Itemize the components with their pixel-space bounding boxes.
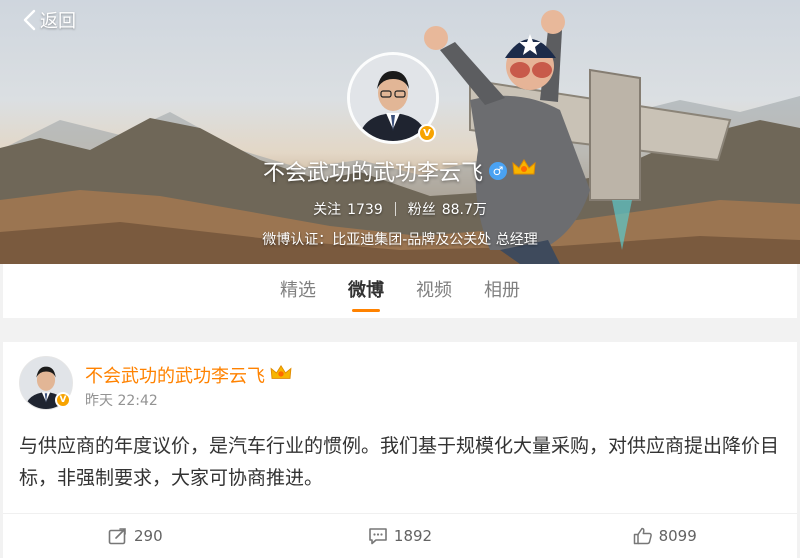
thumbs-up-icon: [633, 527, 652, 545]
profile-stats: 关注 1739 粉丝 88.7万: [0, 199, 800, 219]
followers-stat[interactable]: 粉丝 88.7万: [408, 199, 487, 219]
post-body-text: 与供应商的年度议价，是汽车行业的惯例。我们基于规模化大量采购，对供应商提出降价目…: [19, 435, 780, 489]
like-button[interactable]: 8099: [532, 527, 797, 545]
tab-videos[interactable]: 视频: [416, 264, 452, 318]
tab-weibo[interactable]: 微博: [348, 264, 384, 318]
profile-name-row: 不会武功的武功李云飞 ♂: [0, 155, 800, 187]
profile-name: 不会武功的武功李云飞: [262, 161, 483, 186]
following-count: 1739: [347, 202, 383, 218]
back-label: 返回: [40, 11, 76, 32]
crown-vip-icon: [511, 158, 537, 184]
comment-button[interactable]: 1892: [268, 527, 533, 545]
post-author-name[interactable]: 不会武功的武功李云飞: [85, 362, 265, 388]
male-gender-icon: ♂: [489, 162, 507, 180]
following-label: 关注: [313, 202, 342, 218]
comment-icon: [369, 528, 387, 545]
following-stat[interactable]: 关注 1739: [313, 199, 383, 219]
profile-tabs: 精选 微博 视频 相册: [3, 264, 797, 318]
verification-text: 微博认证：比亚迪集团-品牌及公关处 总经理: [262, 232, 538, 248]
followers-label: 粉丝: [407, 202, 436, 218]
post-card: V 不会武功的武功李云飞 昨天 22:42 与供应商的年度议价，是汽车行业的惯例…: [3, 342, 797, 558]
repost-count: 290: [134, 527, 163, 545]
verified-v-icon: V: [55, 392, 71, 408]
comment-count: 1892: [393, 527, 433, 545]
like-count: 8099: [658, 527, 697, 545]
post-action-bar: 290 1892 8099: [3, 513, 797, 558]
repost-icon: [108, 528, 126, 545]
profile-cover: 返回 V 不会武功的武功李云飞 ♂ 关注 1739 粉丝 88.7万 微博认证：…: [0, 0, 800, 264]
post-timestamp: 昨天 22:42: [85, 393, 158, 409]
chevron-left-icon: [23, 9, 36, 31]
post-author-name-row: 不会武功的武功李云飞: [85, 362, 293, 388]
verified-v-icon: V: [418, 124, 436, 142]
crown-vip-icon: [269, 364, 293, 387]
repost-button[interactable]: 290: [3, 527, 268, 545]
stats-divider: [394, 202, 396, 216]
tab-featured[interactable]: 精选: [280, 264, 316, 318]
followers-count: 88.7万: [441, 202, 487, 218]
back-button[interactable]: 返回: [22, 8, 76, 32]
tab-albums[interactable]: 相册: [484, 264, 520, 318]
